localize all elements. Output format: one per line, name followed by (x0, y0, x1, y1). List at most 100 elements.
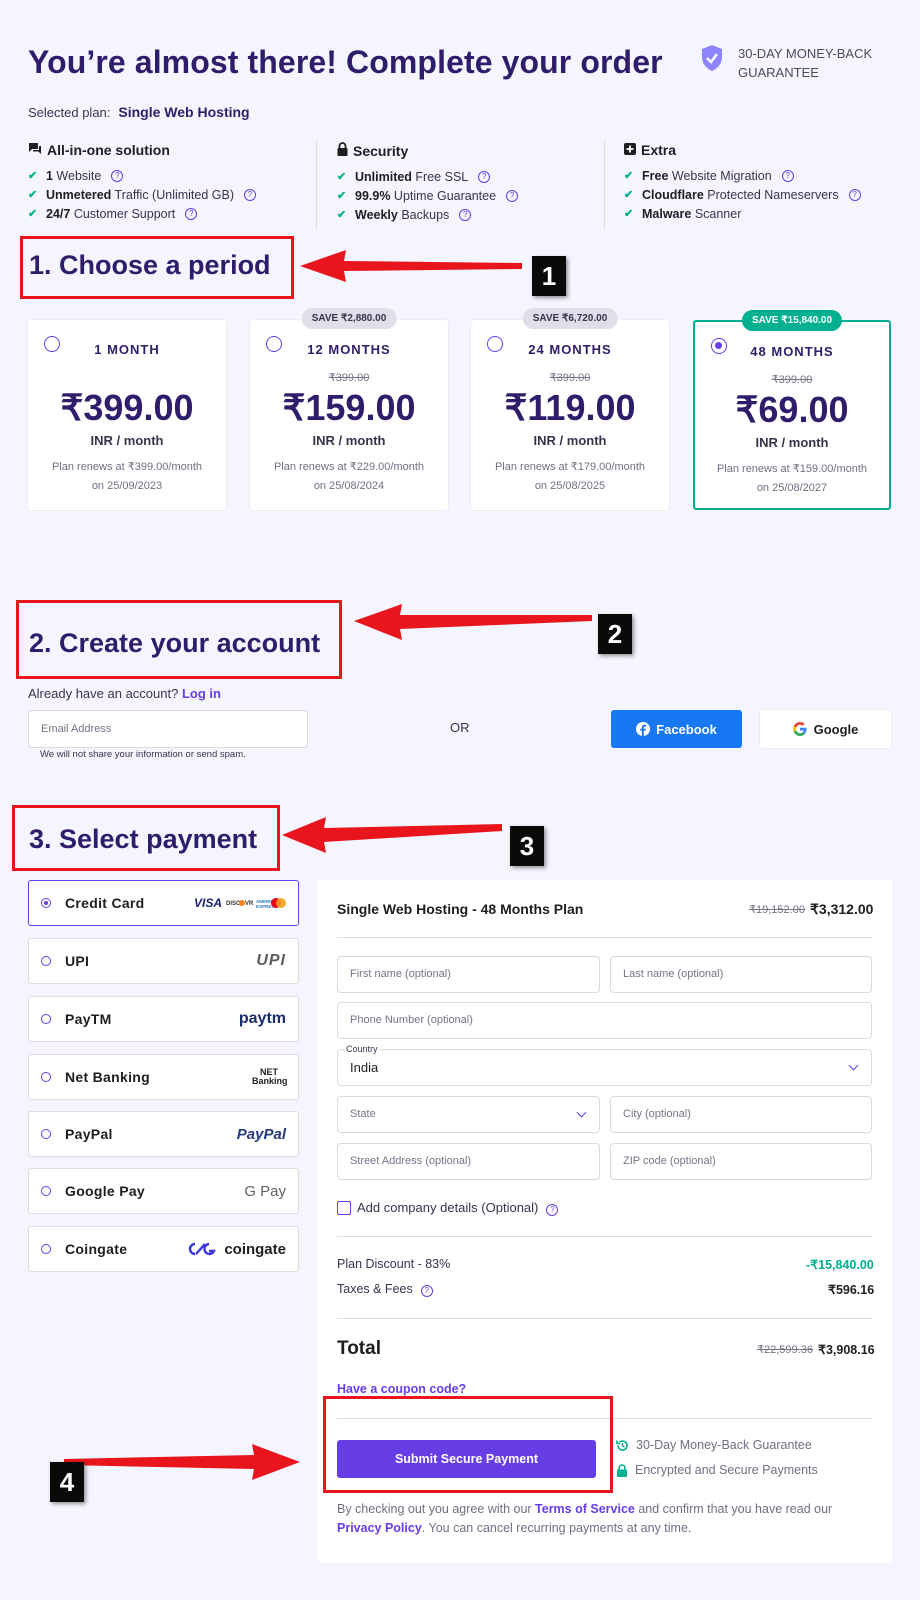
facebook-login-button[interactable]: Facebook (611, 710, 742, 748)
state-select[interactable]: State (337, 1096, 600, 1133)
feature-item: ✔ 99.9% Uptime Guarantee? (337, 186, 617, 205)
step-1-heading: 1. Choose a period (29, 250, 271, 280)
features-security: Security ✔ Unlimited Free SSL? ✔ 99.9% Upt… (337, 142, 617, 224)
help-icon[interactable]: ? (420, 1285, 433, 1297)
plan-old-price (28, 371, 226, 383)
payment-paypal[interactable]: PayPal PayPal (28, 1111, 299, 1157)
check-icon: ✔ (624, 208, 634, 220)
selected-plan-value: Single Web Hosting (118, 104, 250, 120)
taxes-value: ₹596.16 (828, 1283, 875, 1297)
feature-heading: All-in-one solution (47, 142, 170, 158)
paypal-logo-icon: PayPal (236, 1125, 286, 1143)
card-logos-icon: VISA DISC VR AMERICAN EXPRESS (194, 896, 286, 910)
upi-logo-icon: UPI (256, 952, 286, 969)
privacy-policy-link[interactable]: Privacy Policy (337, 1521, 422, 1535)
help-icon[interactable]: ? (546, 1204, 559, 1216)
net-banking-logo-icon: NET Banking (252, 1067, 288, 1086)
payment-radio[interactable] (41, 1014, 51, 1024)
svg-text:VR: VR (245, 901, 254, 907)
country-label: Country (344, 1044, 380, 1054)
help-icon[interactable]: ? (459, 208, 472, 221)
total-old-price: ₹22,599.36 (757, 1344, 813, 1356)
already-have-account: Already have an account? Log in (28, 686, 221, 701)
plan-radio[interactable] (44, 336, 60, 352)
payment-radio[interactable] (41, 898, 51, 908)
payment-radio[interactable] (41, 1072, 51, 1082)
plan-radio[interactable] (487, 336, 503, 352)
plan-card-12-months[interactable]: SAVE ₹2,880.00 12 MONTHS ₹399.00 ₹159.00… (250, 308, 448, 510)
payment-coingate[interactable]: Coingate coingate (28, 1226, 299, 1272)
help-icon[interactable]: ? (781, 169, 794, 182)
plan-renew-text: Plan renews at ₹159.00/month (716, 463, 868, 475)
step-3-heading: 3. Select payment (29, 824, 258, 854)
payment-google-pay[interactable]: Google Pay G Pay (28, 1168, 299, 1214)
plan-price: ₹119.00 (504, 387, 636, 428)
help-icon[interactable]: ? (506, 189, 519, 202)
payment-radio[interactable] (41, 956, 51, 966)
feature-heading: Extra (641, 142, 677, 158)
google-login-button[interactable]: Google (760, 710, 891, 748)
order-new-price: ₹3,312.00 (810, 901, 874, 917)
divider (316, 140, 317, 230)
first-name-field[interactable]: First name (optional) (337, 956, 600, 993)
payment-radio[interactable] (41, 1186, 51, 1196)
help-icon[interactable]: ? (185, 207, 198, 220)
payment-credit-card[interactable]: Credit Card VISA DISC VR AMERICAN EXPRESS (28, 880, 299, 926)
plan-renew-text: Plan renews at ₹399.00/month (51, 461, 203, 473)
plan-renew-text: Plan renews at ₹179.00/month (494, 461, 646, 473)
plan-card-24-months[interactable]: SAVE ₹6,720.00 24 MONTHS ₹399.00 ₹119.00… (471, 308, 669, 510)
plan-old-price: ₹399.00 (549, 372, 591, 384)
plan-renew-date: on 25/09/2023 (91, 480, 163, 492)
payment-name: Credit Card (65, 895, 145, 911)
help-icon[interactable]: ? (244, 188, 257, 201)
plan-discount-value: -₹15,840.00 (806, 1258, 874, 1272)
plan-price: ₹399.00 (60, 387, 194, 428)
email-input[interactable]: Email Address (28, 710, 308, 748)
annotation-arrow-4 (64, 1444, 300, 1480)
plan-renew-date: on 25/08/2025 (534, 480, 606, 492)
check-icon: ✔ (624, 189, 634, 201)
plan-card-48-months[interactable]: SAVE ₹15,840.00 48 MONTHS ₹399.00 ₹69.00… (693, 310, 891, 510)
order-old-price: ₹19,152.00 (749, 904, 805, 916)
login-link[interactable]: Log in (182, 686, 221, 701)
city-field[interactable]: City (optional) (610, 1096, 872, 1133)
company-details-checkbox[interactable] (337, 1201, 351, 1215)
or-divider: OR (450, 720, 470, 735)
facebook-label: Facebook (656, 721, 717, 737)
plan-radio[interactable] (266, 336, 282, 352)
help-icon[interactable]: ? (478, 170, 491, 183)
country-select[interactable]: India (337, 1049, 872, 1086)
save-badge: SAVE ₹2,880.00 (301, 308, 397, 329)
svg-text:DISC: DISC (226, 901, 241, 907)
payment-upi[interactable]: UPI UPI (28, 938, 299, 984)
payment-radio[interactable] (41, 1129, 51, 1139)
plan-discount-label: Plan Discount - 83% (337, 1257, 451, 1271)
plan-price: ₹69.00 (735, 389, 849, 430)
lock-icon (337, 142, 348, 159)
plan-old-price: ₹399.00 (328, 372, 370, 384)
divider (604, 140, 605, 230)
last-name-field[interactable]: Last name (optional) (610, 956, 872, 993)
step-2-heading: 2. Create your account (29, 628, 321, 658)
payment-radio[interactable] (41, 1244, 51, 1254)
payment-name: Net Banking (65, 1069, 150, 1085)
payment-paytm[interactable]: PayTM paytm (28, 996, 299, 1042)
selected-plan: Selected plan: Single Web Hosting (28, 104, 250, 120)
divider (337, 937, 872, 938)
plan-card-1-month[interactable]: 1 MONTH ₹399.00 INR / month Plan renews … (28, 320, 226, 510)
help-icon[interactable]: ? (111, 169, 124, 182)
plan-radio[interactable] (711, 338, 727, 354)
zip-code-field[interactable]: ZIP code (optional) (610, 1143, 872, 1180)
payment-net-banking[interactable]: Net Banking NET Banking (28, 1054, 299, 1100)
spam-note: We will not share your information or se… (40, 749, 246, 760)
phone-field[interactable]: Phone Number (optional) (337, 1002, 872, 1039)
facebook-icon (636, 722, 651, 736)
street-address-field[interactable]: Street Address (optional) (337, 1143, 600, 1180)
help-icon[interactable]: ? (848, 188, 861, 201)
coupon-code-link[interactable]: Have a coupon code? (337, 1382, 466, 1396)
terms-of-service-link[interactable]: Terms of Service (535, 1502, 635, 1516)
feature-heading: Security (353, 142, 409, 159)
check-icon: ✔ (337, 171, 347, 183)
selected-plan-label: Selected plan: (28, 105, 111, 120)
total-label: Total (337, 1338, 381, 1359)
